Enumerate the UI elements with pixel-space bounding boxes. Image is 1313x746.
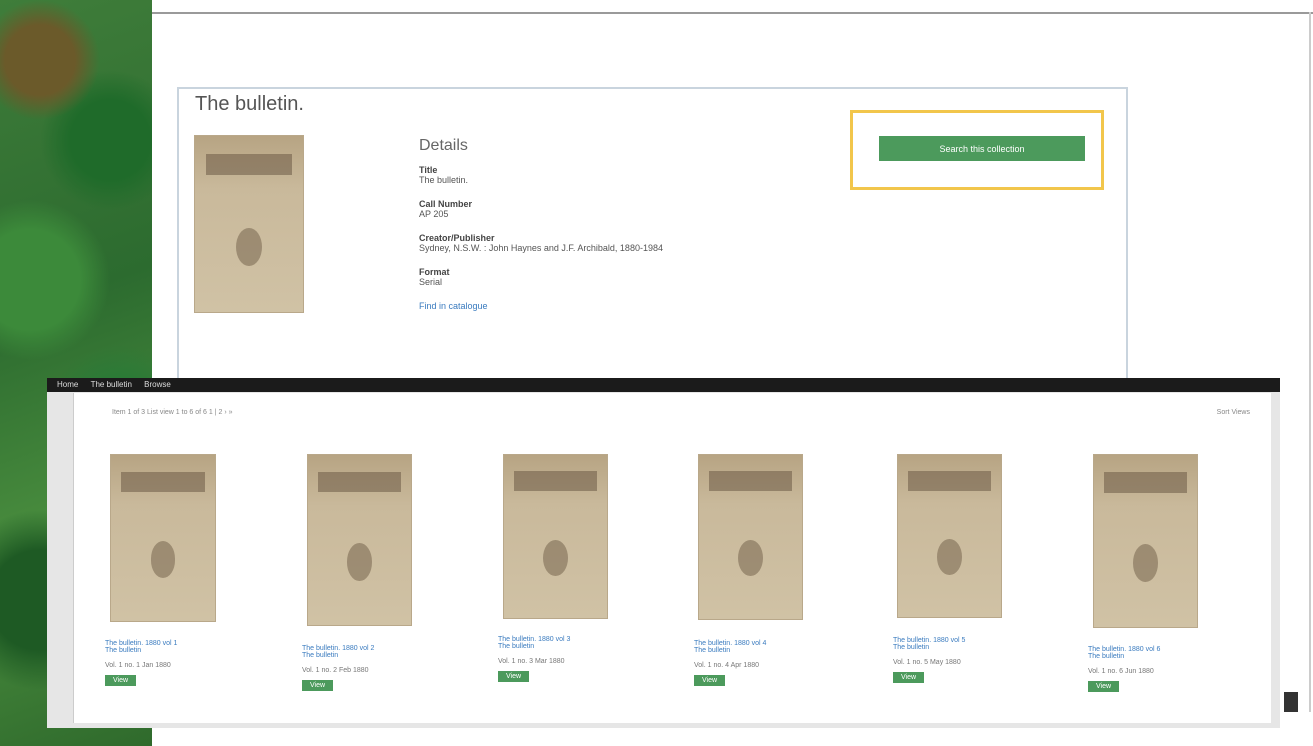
issue-series: The bulletin xyxy=(498,643,535,650)
details-column: Details Title The bulletin. Call Number … xyxy=(419,137,779,311)
view-button[interactable]: View xyxy=(105,675,137,686)
window-right-border xyxy=(1309,12,1311,712)
view-button[interactable]: View xyxy=(302,680,334,691)
issue-title-link[interactable]: The bulletin. 1880 vol 3 xyxy=(498,636,608,643)
field-label: Title xyxy=(419,165,438,175)
list-item: The bulletin. 1880 vol 1 The bulletin Vo… xyxy=(105,640,215,687)
issue-date: Vol. 1 no. 2 Feb 1880 xyxy=(302,667,369,674)
field-value: The bulletin. xyxy=(419,175,469,185)
list-item: The bulletin. 1880 vol 4 The bulletin Vo… xyxy=(694,640,804,687)
record-title: The bulletin. xyxy=(195,93,304,115)
issue-title-link[interactable]: The bulletin. 1880 vol 5 xyxy=(893,637,1003,644)
issue-series: The bulletin xyxy=(694,647,731,654)
issue-cover-3[interactable] xyxy=(503,454,608,619)
issue-title-link[interactable]: The bulletin. 1880 vol 2 xyxy=(302,645,412,652)
field-value: AP 205 xyxy=(419,209,449,219)
field-value: Serial xyxy=(419,277,443,287)
issue-cover-2[interactable] xyxy=(307,454,412,626)
field-value: Sydney, N.S.W. : John Haynes and J.F. Ar… xyxy=(419,243,663,253)
issue-cover-4[interactable] xyxy=(698,454,803,620)
list-item: The bulletin. 1880 vol 3 The bulletin Vo… xyxy=(498,636,608,683)
issue-title-link[interactable]: The bulletin. 1880 vol 6 xyxy=(1088,646,1198,653)
menu-tab-browse[interactable]: Browse xyxy=(144,380,171,389)
issue-series: The bulletin xyxy=(1088,653,1125,660)
issue-cover-5[interactable] xyxy=(897,454,1002,618)
catalogue-link[interactable]: Find in catalogue xyxy=(419,301,779,311)
issue-series: The bulletin xyxy=(105,647,142,654)
viewer-menu-bar: Home The bulletin Browse xyxy=(47,378,1280,392)
issue-date: Vol. 1 no. 6 Jun 1880 xyxy=(1088,668,1154,675)
list-item: The bulletin. 1880 vol 5 The bulletin Vo… xyxy=(893,637,1003,684)
details-heading: Details xyxy=(419,137,468,154)
window-top-border xyxy=(152,12,1313,14)
issue-date: Vol. 1 no. 4 Apr 1880 xyxy=(694,662,759,669)
issue-series: The bulletin xyxy=(893,644,930,651)
record-cover-image xyxy=(194,135,304,313)
list-item: The bulletin. 1880 vol 6 The bulletin Vo… xyxy=(1088,646,1198,693)
menu-tab-bulletin[interactable]: The bulletin xyxy=(91,380,132,389)
issue-cover-6[interactable] xyxy=(1093,454,1198,628)
sort-views-control[interactable]: Sort Views xyxy=(1217,409,1250,416)
view-button[interactable]: View xyxy=(893,672,925,683)
search-collection-button[interactable]: Search this collection xyxy=(879,136,1085,161)
issue-date: Vol. 1 no. 5 May 1880 xyxy=(893,659,961,666)
menu-tab-home[interactable]: Home xyxy=(57,380,78,389)
page-icon xyxy=(1284,692,1298,712)
field-label: Format xyxy=(419,267,450,277)
view-button[interactable]: View xyxy=(1088,681,1120,692)
list-item: The bulletin. 1880 vol 2 The bulletin Vo… xyxy=(302,645,412,692)
issue-date: Vol. 1 no. 1 Jan 1880 xyxy=(105,662,171,669)
field-label: Call Number xyxy=(419,199,473,209)
issue-series: The bulletin xyxy=(302,652,339,659)
view-button[interactable]: View xyxy=(498,671,530,682)
results-toolbar[interactable]: Item 1 of 3 List view 1 to 6 of 6 1 | 2 … xyxy=(112,409,233,416)
issue-cover-1[interactable] xyxy=(110,454,216,622)
issue-title-link[interactable]: The bulletin. 1880 vol 1 xyxy=(105,640,215,647)
issue-date: Vol. 1 no. 3 Mar 1880 xyxy=(498,658,565,665)
field-label: Creator/Publisher xyxy=(419,233,495,243)
view-button[interactable]: View xyxy=(694,675,726,686)
issue-title-link[interactable]: The bulletin. 1880 vol 4 xyxy=(694,640,804,647)
